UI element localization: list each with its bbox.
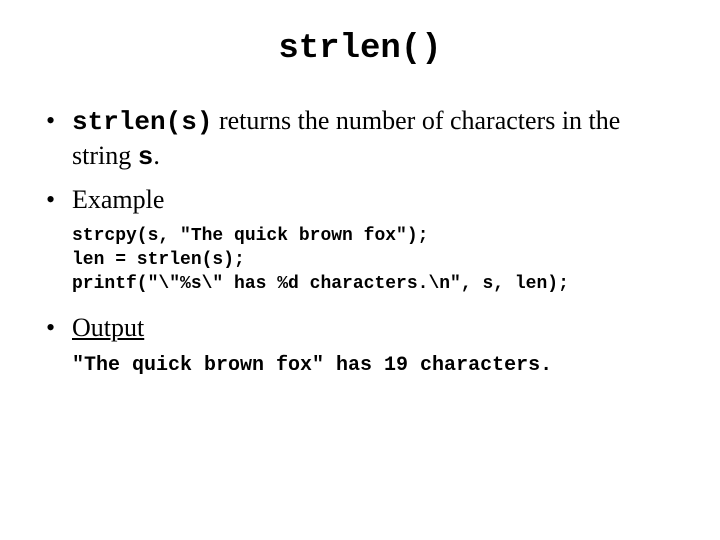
bullet-example: Example: [46, 183, 680, 216]
inline-code-strlen: strlen(s): [72, 107, 212, 137]
code-block: strcpy(s, "The quick brown fox"); len = …: [72, 224, 680, 297]
output-block: "The quick brown fox" has 19 characters.: [72, 354, 680, 377]
example-label: Example: [72, 185, 164, 214]
slide-title: strlen(): [40, 30, 680, 68]
bullet-list: strlen(s) returns the number of characte…: [46, 104, 680, 216]
bullet-list-2: Output: [46, 311, 680, 344]
slide: strlen() strlen(s) returns the number of…: [0, 0, 720, 540]
inline-code-s: s: [138, 142, 154, 172]
desc-text-2: .: [153, 141, 160, 170]
bullet-output: Output: [46, 311, 680, 344]
bullet-description: strlen(s) returns the number of characte…: [46, 104, 680, 175]
output-label: Output: [72, 313, 144, 342]
